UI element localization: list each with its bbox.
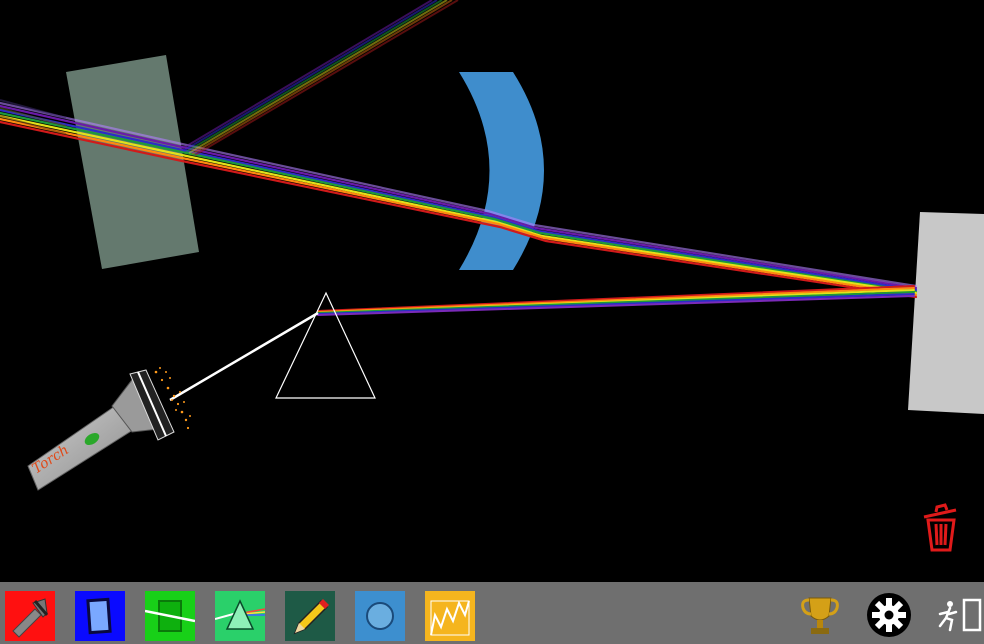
exit-button[interactable] xyxy=(934,590,984,640)
glass-block-icon xyxy=(75,591,125,641)
pencil-icon xyxy=(285,591,335,641)
lens-tool[interactable] xyxy=(355,591,405,641)
settings-button[interactable] xyxy=(866,590,912,640)
flashlight-icon xyxy=(5,591,55,641)
toolbar xyxy=(0,582,984,644)
trash-icon[interactable] xyxy=(923,503,957,552)
zigzag-icon xyxy=(425,591,475,641)
block-tool[interactable] xyxy=(75,591,125,641)
pencil-tool[interactable] xyxy=(285,591,335,641)
torch-tool[interactable] xyxy=(5,591,55,641)
prism-icon xyxy=(215,591,265,641)
gear-icon xyxy=(867,593,911,637)
green-block-tool[interactable] xyxy=(145,591,195,641)
exit-icon xyxy=(938,598,982,632)
green-block-icon xyxy=(145,591,195,641)
prism-tool[interactable] xyxy=(215,591,265,641)
lens-icon xyxy=(355,591,405,641)
rainbow-beam-return xyxy=(317,285,915,316)
rainbow-beam-reflected xyxy=(179,0,459,156)
glass-block[interactable] xyxy=(66,55,199,269)
concave-lens[interactable] xyxy=(459,72,544,270)
trophy-icon xyxy=(801,597,839,634)
torch[interactable]: Torch xyxy=(27,367,191,491)
optics-scene[interactable]: Torch xyxy=(0,0,984,582)
mirror[interactable] xyxy=(908,212,984,414)
zigzag-tool[interactable] xyxy=(425,591,475,641)
trophy-button[interactable] xyxy=(797,590,843,640)
